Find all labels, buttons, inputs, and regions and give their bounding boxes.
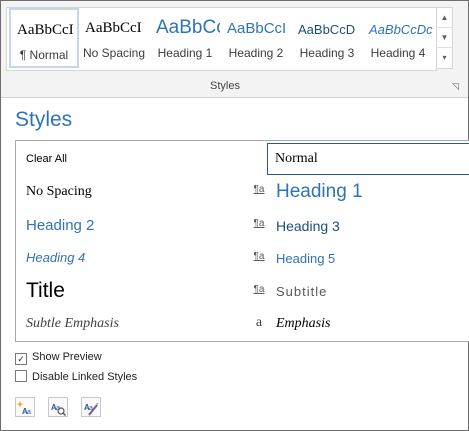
gallery-style-heading-1[interactable]: AaBbCc Heading 1 (150, 8, 220, 68)
style-item-normal[interactable]: Normal (267, 143, 469, 175)
paragraph-style-icon: ¶a (253, 284, 265, 295)
style-item-subtle-emphasis[interactable]: Subtle Emphasis (26, 316, 119, 332)
style-sample: AaBbCc (156, 17, 220, 38)
paragraph-style-icon: ¶a (253, 218, 265, 229)
style-item-clear-all[interactable]: Clear All (26, 153, 67, 165)
dialog-launcher-icon[interactable]: ◹ (452, 82, 461, 91)
style-item-heading-4[interactable]: Heading 4 (26, 250, 85, 265)
style-sample: AaBbCcI (85, 20, 142, 36)
show-preview-label: Show Preview (32, 351, 102, 363)
gallery-style-heading-2[interactable]: AaBbCcI Heading 2 (221, 8, 291, 68)
style-sample: AaBbCcI (17, 22, 74, 38)
style-sample: AaBbCcDc (369, 22, 433, 37)
paragraph-style-icon: ¶a (253, 184, 265, 195)
style-item-heading-3[interactable]: Heading 3 (276, 218, 340, 234)
paragraph-style-icon: ¶a (253, 251, 265, 262)
style-item-heading-1[interactable]: Heading 1 (276, 181, 363, 203)
style-name: Heading 2 (228, 46, 284, 60)
more-styles-icon[interactable]: ▾ (437, 48, 452, 68)
style-inspector-icon: A a (51, 403, 66, 416)
pane-title: Styles (15, 108, 73, 131)
new-style-button[interactable]: A a (15, 397, 35, 417)
style-name: Heading 1 (157, 46, 213, 60)
checkbox-icon[interactable] (15, 370, 27, 382)
style-name: Heading 4 (370, 46, 426, 60)
scroll-up-icon[interactable]: ▲ (437, 8, 452, 28)
gallery-style-no-spacing[interactable]: AaBbCcI No Spacing (79, 8, 149, 68)
style-item-subtitle[interactable]: Subtitle (276, 284, 327, 299)
disable-linked-styles-checkbox[interactable]: Disable Linked Styles (15, 370, 137, 383)
manage-styles-button[interactable]: A a (81, 397, 101, 417)
style-item-heading-5[interactable]: Heading 5 (276, 251, 335, 266)
style-name: Heading 3 (299, 46, 355, 60)
disable-linked-styles-label: Disable Linked Styles (32, 371, 138, 383)
manage-styles-icon: A a (84, 403, 99, 416)
gallery-style-heading-3[interactable]: AaBbCcD Heading 3 (292, 8, 362, 68)
style-list: Clear All No Spacing Heading 2 Heading 4… (15, 140, 469, 342)
style-name: ¶ Normal (19, 48, 69, 62)
style-name: No Spacing (82, 46, 146, 60)
gallery-style-heading-4[interactable]: AaBbCcDc Heading 4 (363, 8, 433, 68)
style-sample: AaBbCcD (298, 22, 356, 37)
style-item-heading-2[interactable]: Heading 2 (26, 217, 94, 234)
group-label: Styles (210, 80, 240, 92)
show-preview-checkbox[interactable]: ✓ Show Preview (15, 351, 102, 365)
svg-text:a: a (27, 409, 31, 416)
new-style-icon: A a (17, 401, 31, 416)
checkbox-checked-icon[interactable]: ✓ (15, 353, 27, 365)
gallery-style-normal[interactable]: AaBbCcI ¶ Normal (9, 8, 79, 68)
style-item-title[interactable]: Title (26, 279, 65, 303)
style-item-emphasis[interactable]: Emphasis (276, 316, 330, 332)
styles-gallery: AaBbCcI ¶ Normal AaBbCcI No Spacing AaBb… (6, 7, 437, 71)
styles-ribbon-group: AaBbCcI ¶ Normal AaBbCcI No Spacing AaBb… (1, 1, 468, 98)
scroll-down-icon[interactable]: ▼ (437, 28, 452, 48)
style-sample: AaBbCcI (227, 20, 287, 37)
character-style-icon: a (255, 315, 263, 330)
style-item-no-spacing[interactable]: No Spacing (26, 184, 92, 200)
style-inspector-button[interactable]: A a (48, 397, 68, 417)
gallery-scrollbar: ▲ ▼ ▾ (436, 7, 453, 69)
